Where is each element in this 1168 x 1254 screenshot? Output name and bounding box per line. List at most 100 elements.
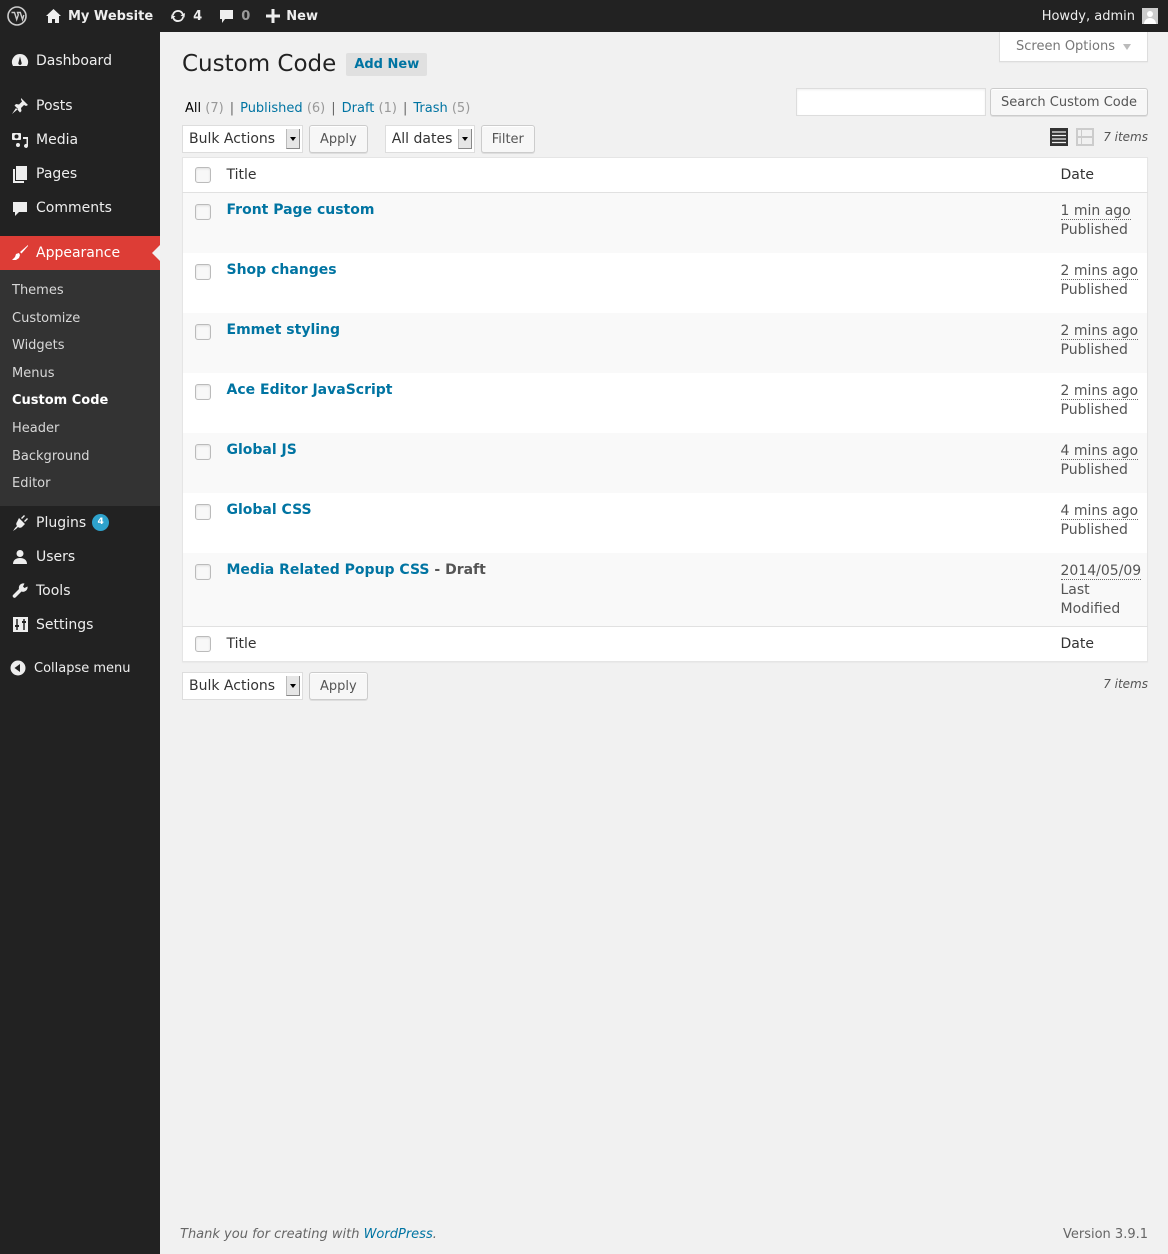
column-date-footer[interactable]: Date [1061, 627, 1148, 662]
row-title-link[interactable]: Media Related Popup CSS [227, 562, 430, 578]
new-content-menu[interactable]: New [258, 0, 326, 32]
admin-bar: My Website 4 0 New Howdy, admin [0, 0, 1168, 32]
add-new-button[interactable]: Add New [346, 52, 428, 76]
bulk-actions-select[interactable]: Bulk Actions [182, 125, 303, 153]
footer-version: Version 3.9.1 [1062, 1227, 1148, 1242]
filter-button[interactable]: Filter [480, 125, 535, 153]
column-date-header[interactable]: Date [1061, 158, 1148, 193]
list-view-icon[interactable] [1049, 127, 1069, 147]
filter-published[interactable]: Published (6) [240, 101, 325, 116]
table-header-row: Title Date [182, 158, 1148, 193]
sidebar-item-label: Dashboard [36, 53, 112, 69]
row-checkbox[interactable] [195, 443, 211, 460]
sidebar-item-settings[interactable]: Settings [0, 608, 160, 642]
dropdown-arrow-icon [286, 676, 300, 696]
sidebar-item-label: Appearance [36, 245, 121, 261]
submenu-item-background[interactable]: Background [0, 443, 160, 471]
bulk-actions-select-bottom[interactable]: Bulk Actions [182, 672, 303, 700]
tablenav-bottom: Bulk Actions Apply [182, 672, 368, 700]
footer-thanks: Thank you for creating with WordPress. [180, 1227, 437, 1242]
brush-icon [10, 243, 30, 263]
sidebar-item-media[interactable]: Media [0, 123, 160, 157]
filter-published-label: Published [240, 101, 303, 116]
filter-draft[interactable]: Draft (1) [342, 101, 397, 116]
column-title-footer[interactable]: Title [227, 627, 1061, 662]
pages-icon [10, 164, 30, 184]
user-icon [10, 547, 30, 567]
row-checkbox[interactable] [195, 204, 211, 220]
filter-published-count: (6) [306, 101, 326, 116]
sidebar-item-plugins[interactable]: Plugins 4 [0, 506, 160, 540]
table-row: Emmet styling 2 mins ago Published [182, 312, 1148, 373]
row-date: 2 mins ago [1060, 262, 1139, 280]
sidebar-item-label: Settings [36, 616, 94, 633]
select-all-cell [183, 158, 227, 193]
screen-options-button[interactable]: Screen Options [999, 32, 1148, 62]
apply-button-bottom[interactable]: Apply [309, 672, 368, 700]
my-account-menu[interactable]: Howdy, admin [1034, 0, 1168, 32]
select-all-checkbox[interactable] [195, 167, 211, 183]
search-button[interactable]: Search Custom Code [989, 88, 1148, 116]
filter-draft-label: Draft [341, 101, 375, 116]
wordpress-logo-menu[interactable] [0, 0, 37, 32]
row-status: Published [1060, 401, 1128, 418]
select-all-cell [183, 627, 227, 662]
comment-icon [10, 198, 30, 218]
sidebar-item-label: Tools [36, 582, 71, 599]
submenu-item-header[interactable]: Header [0, 415, 160, 443]
filter-separator: | [331, 101, 336, 116]
row-title-link[interactable]: Emmet styling [227, 322, 341, 338]
submenu-item-widgets[interactable]: Widgets [0, 332, 160, 360]
date-filter-select[interactable]: All dates [384, 125, 475, 153]
filter-all-count: (7) [205, 101, 224, 116]
submenu-item-custom-code[interactable]: Custom Code [0, 387, 160, 415]
media-icon [10, 130, 30, 150]
filter-trash[interactable]: Trash (5) [413, 101, 470, 116]
submenu-item-themes[interactable]: Themes [0, 277, 160, 305]
dropdown-arrow-icon [286, 129, 300, 149]
row-title-link[interactable]: Front Page custom [227, 202, 375, 218]
wordpress-link[interactable]: WordPress [364, 1227, 433, 1242]
collapse-menu-button[interactable]: Collapse menu [0, 652, 160, 686]
sidebar-item-users[interactable]: Users [0, 540, 160, 574]
row-checkbox[interactable] [195, 383, 211, 400]
row-title-link[interactable]: Ace Editor JavaScript [227, 382, 393, 398]
wordpress-icon [7, 6, 27, 26]
search-input[interactable] [795, 88, 986, 116]
sidebar-item-label: Media [36, 132, 79, 148]
sidebar-item-tools[interactable]: Tools [0, 574, 160, 608]
sidebar-item-dashboard[interactable]: Dashboard [0, 44, 160, 78]
submenu-item-customize[interactable]: Customize [0, 305, 160, 333]
dropdown-arrow-icon [457, 129, 472, 149]
row-title-link[interactable]: Global CSS [227, 502, 312, 518]
table-row: Ace Editor JavaScript 2 mins ago Publishe… [183, 373, 1148, 433]
row-checkbox[interactable] [195, 263, 211, 280]
sidebar-item-pages[interactable]: Pages [0, 157, 160, 191]
sidebar-item-comments[interactable]: Comments [0, 191, 160, 225]
updates-menu[interactable]: 4 [161, 0, 210, 32]
appearance-submenu: Themes Customize Widgets Menus Custom Co… [0, 270, 160, 506]
filter-trash-count: (5) [451, 101, 471, 116]
sidebar-item-appearance[interactable]: Appearance [0, 236, 160, 270]
comments-menu[interactable]: 0 [210, 0, 258, 32]
select-all-checkbox-footer[interactable] [195, 636, 211, 652]
row-title-link[interactable]: Shop changes [227, 262, 337, 278]
bulk-actions-value: Bulk Actions [189, 131, 276, 147]
excerpt-view-icon[interactable] [1075, 127, 1095, 147]
site-name-menu[interactable]: My Website [37, 0, 161, 32]
submenu-item-menus[interactable]: Menus [0, 360, 160, 388]
filter-all[interactable]: All (7) [185, 101, 224, 116]
submenu-item-editor[interactable]: Editor [0, 470, 160, 498]
filter-trash-label: Trash [413, 101, 448, 116]
pin-icon [10, 96, 30, 116]
row-title-link[interactable]: Global JS [227, 442, 297, 458]
row-checkbox[interactable] [195, 563, 211, 580]
date-filter-value: All dates [391, 131, 453, 147]
sidebar-item-posts[interactable]: Posts [0, 89, 160, 123]
table-row: Global JS 4 mins ago Published [182, 432, 1148, 493]
apply-button[interactable]: Apply [309, 125, 368, 153]
row-checkbox[interactable] [195, 323, 211, 340]
row-checkbox[interactable] [195, 503, 211, 520]
column-title-header[interactable]: Title [227, 158, 1061, 193]
sidebar-item-label: Comments [36, 200, 112, 216]
